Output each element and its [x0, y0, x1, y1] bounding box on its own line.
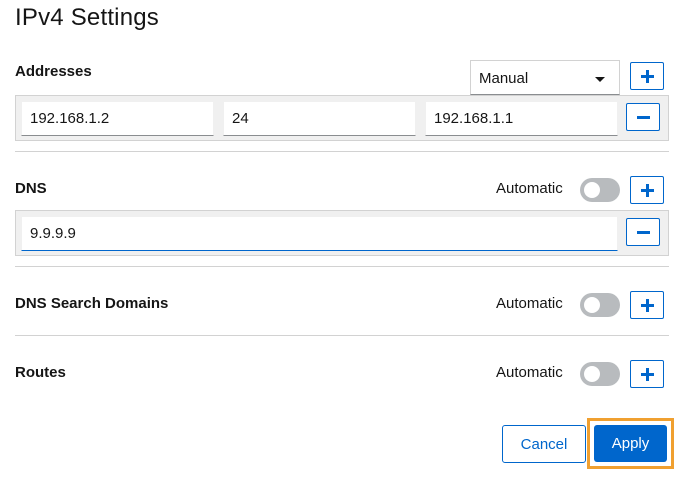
- routes-automatic-label: Automatic: [496, 364, 563, 381]
- caret-down-icon: [595, 77, 605, 82]
- toggle-knob: [584, 297, 600, 313]
- remove-address-button[interactable]: [626, 103, 660, 131]
- plus-icon: [641, 299, 654, 312]
- dns-automatic-toggle[interactable]: [580, 178, 620, 202]
- address-input[interactable]: [21, 101, 214, 136]
- routes-label: Routes: [15, 364, 66, 381]
- section-divider: [15, 335, 669, 336]
- minus-icon: [637, 116, 650, 119]
- dns-row: [15, 210, 669, 256]
- plus-icon: [641, 184, 654, 197]
- addresses-method-value: Manual: [479, 70, 529, 87]
- add-dns-button[interactable]: [630, 176, 664, 204]
- dns-automatic-label: Automatic: [496, 180, 563, 197]
- dns-search-automatic-toggle[interactable]: [580, 293, 620, 317]
- cancel-button[interactable]: Cancel: [502, 425, 586, 463]
- toggle-knob: [584, 366, 600, 382]
- dns-search-automatic-label: Automatic: [496, 295, 563, 312]
- section-divider: [15, 151, 669, 152]
- addresses-method-select[interactable]: Manual: [470, 60, 620, 95]
- remove-dns-button[interactable]: [626, 218, 660, 246]
- dns-label: DNS: [15, 180, 47, 197]
- page-title: IPv4 Settings: [15, 4, 160, 31]
- prefix-input[interactable]: [223, 101, 416, 136]
- toggle-knob: [584, 182, 600, 198]
- apply-focus-highlight: Apply: [587, 418, 674, 469]
- plus-icon: [641, 368, 654, 381]
- plus-icon: [641, 70, 654, 83]
- dns-server-input[interactable]: [21, 216, 618, 251]
- dns-search-label: DNS Search Domains: [15, 295, 169, 312]
- add-dns-search-button[interactable]: [630, 291, 664, 319]
- address-row: [15, 95, 669, 141]
- minus-icon: [637, 231, 650, 234]
- gateway-input[interactable]: [425, 101, 618, 136]
- addresses-label: Addresses: [15, 63, 92, 80]
- add-route-button[interactable]: [630, 360, 664, 388]
- section-divider: [15, 266, 669, 267]
- add-address-button[interactable]: [630, 62, 664, 90]
- routes-automatic-toggle[interactable]: [580, 362, 620, 386]
- apply-button[interactable]: Apply: [594, 425, 667, 462]
